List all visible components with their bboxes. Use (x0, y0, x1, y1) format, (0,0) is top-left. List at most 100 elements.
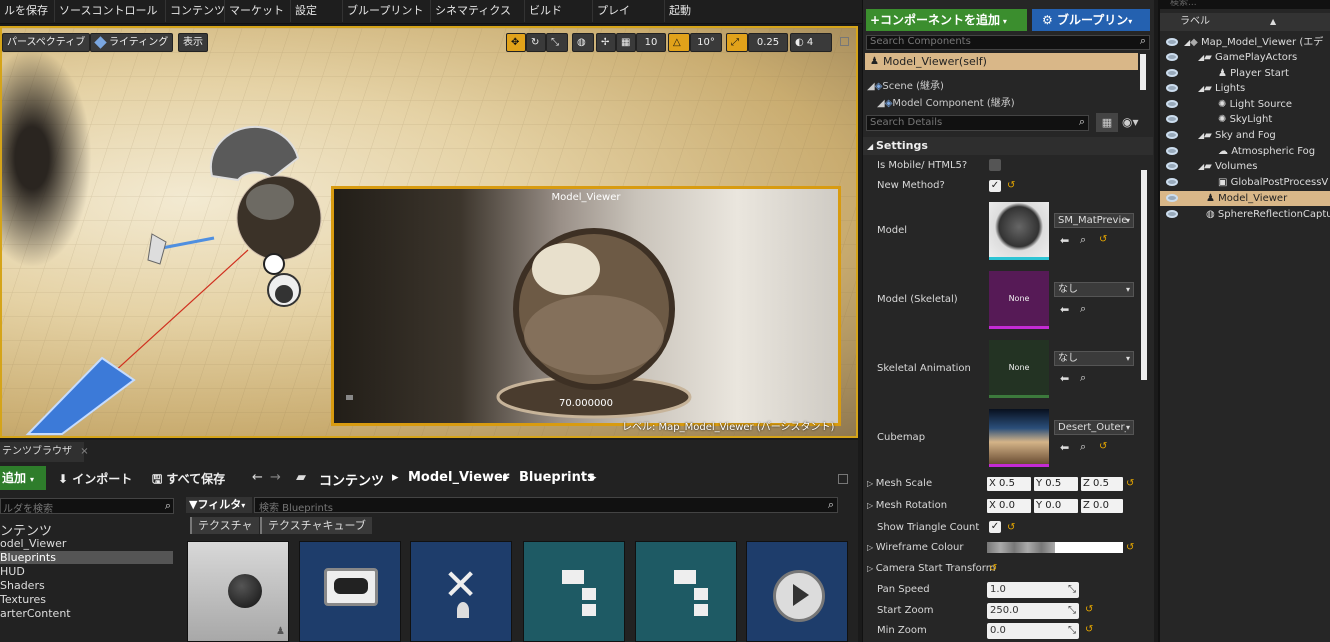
scale-snap-value[interactable]: 0.25 (748, 33, 788, 52)
toolbar-marketplace[interactable]: マーケット (224, 0, 288, 22)
asset-tile-player-start[interactable]: ✕ (410, 541, 512, 642)
forward-arrow-icon[interactable]: → (270, 470, 281, 485)
tree-item-model-viewer[interactable]: odel_Viewer (0, 537, 66, 550)
eye-icon[interactable] (1166, 210, 1178, 218)
reset-arrow-icon[interactable]: ↺ (1126, 478, 1134, 489)
back-arrow-icon[interactable]: ← (252, 470, 263, 485)
add-new-button[interactable]: 追加 ▾ (0, 466, 46, 490)
toolbar-cinematics[interactable]: シネマティクス (430, 0, 515, 22)
filter-chip-texture[interactable]: テクスチャ (190, 517, 259, 534)
translate-icon[interactable]: ✥ (506, 33, 526, 52)
use-selected-arrow-icon[interactable]: ⬅ (1060, 303, 1069, 316)
reset-arrow-icon[interactable]: ↺ (1007, 180, 1015, 191)
reset-arrow-icon[interactable]: ↺ (1085, 604, 1093, 615)
scale-icon[interactable]: ⤡ (546, 33, 568, 52)
outliner-row-volumes[interactable]: ◢▰ Volumes (1160, 159, 1330, 174)
eye-visibility-icon[interactable]: ◉▾ (1122, 115, 1139, 129)
crumb-model-viewer[interactable]: Model_Viewer (408, 470, 509, 485)
asset-tile-material[interactable]: ♟ (187, 541, 289, 642)
toolbar-source-control[interactable]: ソースコントロール (54, 0, 161, 22)
outliner-search-input[interactable]: 検索... (1160, 0, 1330, 9)
blueprint-button[interactable]: ⚙ ブループリン▾ (1032, 9, 1150, 31)
cubemap-thumbnail[interactable] (989, 409, 1049, 467)
outliner-row-atmospheric-fog[interactable]: ☁ Atmospheric Fog (1160, 144, 1330, 159)
camera-speed-button[interactable]: ◐ 4 (790, 33, 832, 52)
toolbar-save[interactable]: ルを保存 (0, 0, 52, 22)
new-method-checkbox[interactable]: ✓ (989, 180, 1001, 192)
reset-arrow-icon[interactable]: ↺ (1085, 624, 1093, 635)
add-component-button[interactable]: +コンポーネントを追加 ▾ (866, 9, 1027, 31)
content-browser-tab[interactable]: テンツブラウザ × (0, 442, 89, 462)
eye-icon[interactable] (1166, 147, 1178, 155)
tree-item-blueprints[interactable]: Blueprints (0, 551, 173, 564)
lock-icon[interactable] (838, 474, 848, 484)
toolbar-content[interactable]: コンテンツ (165, 0, 229, 22)
browse-search-icon[interactable]: ⌕ (1080, 371, 1086, 385)
eye-icon[interactable] (1166, 38, 1178, 46)
eye-icon[interactable] (1166, 178, 1178, 186)
browse-search-icon[interactable]: ⌕ (1080, 233, 1086, 247)
level-viewport[interactable]: パースペクティブ ライティング 表示 ✥ ↻ ⤡ ◍ ✢ ▦ 10 △ 10° … (0, 26, 858, 438)
cubemap-dropdown[interactable]: Desert_Outer_ ▾ (1054, 420, 1134, 435)
component-self-item[interactable]: ♟ Model_Viewer(self) (865, 53, 1138, 70)
settings-category[interactable]: ◢ Settings (863, 137, 1153, 155)
outliner-row-skylight[interactable]: ✺ SkyLight (1160, 112, 1330, 127)
eye-icon[interactable] (1166, 69, 1178, 77)
component-search-input[interactable]: Search Components ⌕ (866, 34, 1150, 50)
filter-chip-texture-cube[interactable]: テクスチャキューブ (260, 517, 372, 534)
model-component-item[interactable]: ◢◈Model Component (継承) (877, 94, 1015, 109)
asset-tile-blueprint-b[interactable] (635, 541, 737, 642)
eye-icon[interactable] (1166, 194, 1178, 202)
eye-icon[interactable] (1166, 131, 1178, 139)
use-selected-arrow-icon[interactable]: ⬅ (1060, 234, 1069, 247)
pan-speed-field[interactable]: 1.0 ⤡ (987, 582, 1079, 598)
scale-snap-icon[interactable]: ⤢ (726, 33, 748, 52)
eye-icon[interactable] (1166, 84, 1178, 92)
reset-arrow-icon[interactable]: ↺ (1099, 234, 1107, 245)
reset-arrow-icon[interactable]: ↺ (1007, 522, 1015, 533)
scene-component-item[interactable]: ◢◈Scene (継承) (867, 77, 944, 92)
property-matrix-icon[interactable]: ▦ (1096, 113, 1118, 132)
toolbar-blueprints[interactable]: ブループリント (342, 0, 427, 22)
asset-tile-blueprint-a[interactable] (523, 541, 625, 642)
mesh-scale-z[interactable]: Z 0.5 (1081, 477, 1123, 491)
tree-item-textures[interactable]: Textures (0, 593, 46, 606)
skeletal-animation-thumbnail[interactable]: None (989, 340, 1049, 398)
reset-arrow-icon[interactable]: ↺ (1126, 542, 1134, 553)
asset-tile-tutorial[interactable] (746, 541, 848, 642)
outliner-row-gameplay-actors[interactable]: ◢▰ GamePlayActors (1160, 50, 1330, 65)
rotation-snap-value[interactable]: 10° (690, 33, 722, 52)
component-scrollbar[interactable] (1140, 54, 1146, 90)
use-selected-arrow-icon[interactable]: ⬅ (1060, 372, 1069, 385)
start-zoom-field[interactable]: 250.0 ⤡ (987, 603, 1079, 619)
filter-button[interactable]: ▼フィルタ▾ (186, 497, 252, 513)
tab-close-icon[interactable]: × (80, 446, 88, 457)
model-skeletal-dropdown[interactable]: なし ▾ (1054, 282, 1134, 297)
grid-snap-icon[interactable]: ▦ (616, 33, 636, 52)
world-local-icon[interactable]: ◍ (572, 33, 594, 52)
eye-icon[interactable] (1166, 53, 1178, 61)
details-scrollbar[interactable] (1141, 170, 1147, 380)
outliner-row-sphere-reflection[interactable]: ◍ SphereReflectionCaptu (1160, 207, 1330, 222)
outliner-row-model-viewer[interactable]: ♟ Model_Viewer (1160, 191, 1330, 206)
rotate-icon[interactable]: ↻ (526, 33, 546, 52)
asset-search-input[interactable]: 検索 Blueprints ⌕ (254, 497, 838, 514)
browse-search-icon[interactable]: ⌕ (1080, 440, 1086, 454)
use-selected-arrow-icon[interactable]: ⬅ (1060, 441, 1069, 454)
mesh-scale-x[interactable]: X 0.5 (987, 477, 1031, 491)
model-skeletal-thumbnail[interactable]: None (989, 271, 1049, 329)
outliner-row-light-source[interactable]: ✺ Light Source (1160, 97, 1330, 112)
model-thumbnail[interactable] (989, 202, 1049, 260)
tree-item-shaders[interactable]: Shaders (0, 579, 45, 592)
eye-icon[interactable] (1166, 115, 1178, 123)
grid-snap-value[interactable]: 10 (636, 33, 666, 52)
asset-tile-hud[interactable] (299, 541, 401, 642)
eye-icon[interactable] (1166, 100, 1178, 108)
outliner-row-post-process[interactable]: ▣ GlobalPostProcessV (1160, 175, 1330, 190)
folder-search-input[interactable]: ルダを検索 ⌕ (0, 498, 174, 515)
maximize-icon[interactable] (840, 37, 849, 46)
reset-arrow-icon[interactable]: ↺ (1099, 441, 1107, 452)
toolbar-settings[interactable]: 設定 (290, 0, 321, 22)
outliner-row-player-start[interactable]: ♟ Player Start (1160, 66, 1330, 81)
outliner-row-map[interactable]: ◢◆ Map_Model_Viewer (エデ (1160, 35, 1330, 50)
